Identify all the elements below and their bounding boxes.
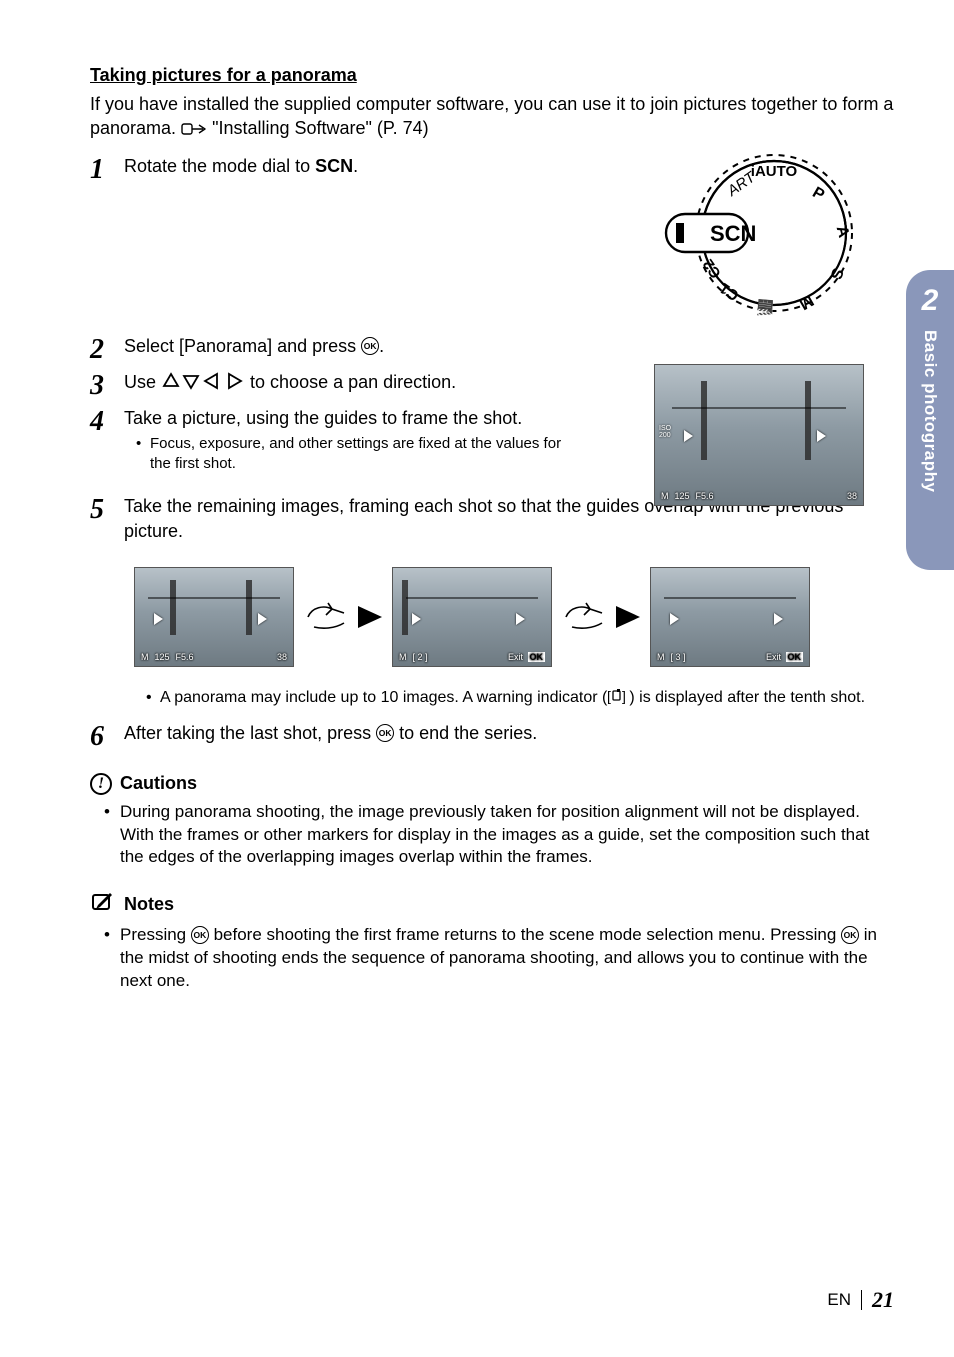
- chapter-title: Basic photography: [920, 330, 940, 492]
- steps-234-block: 2 Select [Panorama] and press OK. 3 Use …: [90, 334, 894, 475]
- step-2-b: .: [379, 336, 384, 356]
- lcd-iso: ISO 200: [659, 425, 671, 439]
- lcd-ok: OK: [528, 652, 546, 662]
- svg-text:iAUTO: iAUTO: [751, 163, 798, 180]
- notes-icon: [90, 891, 116, 918]
- scn-label: SCN: [315, 156, 353, 176]
- footer-divider: [861, 1290, 862, 1310]
- step-2-a: Select [Panorama] and press: [124, 336, 361, 356]
- step-6-b: to end the series.: [394, 723, 537, 743]
- notes-b: before shooting the first frame returns …: [209, 925, 841, 944]
- arrow-right-icon: [358, 606, 382, 628]
- dpad-arrows-icon: [161, 372, 250, 392]
- lcd3-osd: M [ 3 ]: [657, 652, 686, 662]
- notes-body: Pressing OK before shooting the first fr…: [90, 924, 894, 993]
- lcd-exit: Exit: [766, 652, 781, 662]
- step-number: 6: [90, 721, 124, 751]
- intro-part1: If you have installed the supplied compu…: [90, 94, 893, 138]
- step-3-b: to choose a pan direction.: [250, 372, 456, 392]
- intro-text: If you have installed the supplied compu…: [90, 92, 894, 144]
- step-number: 2: [90, 334, 124, 364]
- step-6-text: After taking the last shot, press OK to …: [124, 721, 894, 745]
- lcd2-osd: M [ 2 ]: [399, 652, 428, 662]
- lcd-exit: Exit: [508, 652, 523, 662]
- lcd-preview-main: ISO 200 M 125 F5.6 38: [654, 364, 864, 506]
- lcd-m: M: [141, 652, 149, 662]
- ok-button-icon: OK: [376, 724, 394, 742]
- lcd2-exit: Exit OK: [508, 652, 545, 662]
- intro-ref: "Installing Software" (P. 74): [212, 118, 429, 138]
- notes-header: Notes: [90, 891, 894, 918]
- step-2-text: Select [Panorama] and press OK.: [124, 334, 894, 358]
- panorama-strip: M 125 F5.6 38 M [ 2 ] Exit OK: [134, 567, 894, 667]
- step-5-bullet: A panorama may include up to 10 images. …: [146, 687, 894, 711]
- svg-text:]: ]: [622, 688, 626, 704]
- lcd-frame-2: M [ 2 ] Exit OK: [392, 567, 552, 667]
- notes-a: Pressing: [120, 925, 191, 944]
- step-1-a: Rotate the mode dial to: [124, 156, 315, 176]
- reference-hand-icon: [181, 119, 207, 143]
- dial-scn-text: SCN: [710, 221, 756, 246]
- section-heading: Taking pictures for a panorama: [90, 65, 894, 86]
- step-number: 3: [90, 370, 124, 400]
- footer-lang: EN: [827, 1290, 851, 1310]
- svg-text:[: [: [607, 688, 611, 704]
- lcd-ok: OK: [786, 652, 804, 662]
- lcd-m: M: [657, 652, 665, 662]
- svg-text:A: A: [833, 224, 853, 240]
- step-4-bullet: Focus, exposure, and other settings are …: [136, 434, 574, 475]
- step-5-bullet-b: ) is displayed after the tenth shot.: [629, 689, 865, 706]
- step-3-a: Use: [124, 372, 161, 392]
- lcd-count: [ 3 ]: [671, 652, 686, 662]
- page-content: 2 Basic photography Taking pictures for …: [0, 0, 954, 1357]
- mode-dial-illustration: SCN iAUTO ART P A S M 🎬 C1 C2: [644, 148, 854, 323]
- lcd-count: [ 2 ]: [413, 652, 428, 662]
- lcd1-shots: 38: [277, 652, 287, 662]
- svg-text:🎬: 🎬: [755, 298, 775, 318]
- step-number: 4: [90, 406, 124, 436]
- svg-text:C1: C1: [717, 279, 742, 304]
- cautions-body: During panorama shooting, the image prev…: [90, 801, 894, 870]
- chapter-number: 2: [922, 284, 939, 318]
- hand-pan-icon: [304, 599, 348, 635]
- step-5-bullet-a: A panorama may include up to 10 images. …: [160, 689, 607, 706]
- hand-pan-icon: [562, 599, 606, 635]
- step-1-b: .: [353, 156, 358, 176]
- warning-indicator-icon: []: [607, 688, 629, 711]
- step-4-text: Take a picture, using the guides to fram…: [124, 406, 574, 475]
- lcd3-exit: Exit OK: [766, 652, 803, 662]
- side-tab: 2 Basic photography: [906, 270, 954, 570]
- arrow-right-icon: [616, 606, 640, 628]
- svg-text:C2: C2: [700, 255, 725, 280]
- cautions-header: ! Cautions: [90, 773, 894, 795]
- lcd-m: M: [661, 491, 669, 501]
- ok-button-icon: OK: [191, 926, 209, 944]
- step-number: 1: [90, 154, 124, 184]
- cautions-title: Cautions: [120, 773, 197, 794]
- footer-page: 21: [872, 1287, 894, 1313]
- cautions-bullet: During panorama shooting, the image prev…: [100, 801, 894, 870]
- step-number: 5: [90, 494, 124, 524]
- caution-icon: !: [90, 773, 112, 795]
- step-6-a: After taking the last shot, press: [124, 723, 376, 743]
- lcd-frame-1: M 125 F5.6 38: [134, 567, 294, 667]
- lcd-osd-left: M 125 F5.6: [661, 491, 714, 501]
- page-footer: EN 21: [827, 1287, 894, 1313]
- lcd1-osd: M 125 F5.6: [141, 652, 194, 662]
- step-1-block: 1 Rotate the mode dial to SCN.: [90, 154, 894, 334]
- notes-bullet: Pressing OK before shooting the first fr…: [100, 924, 894, 993]
- ok-button-icon: OK: [841, 926, 859, 944]
- lcd-frame-3: M [ 3 ] Exit OK: [650, 567, 810, 667]
- lcd-shutter: 125: [675, 491, 690, 501]
- lcd-shots: 38: [847, 491, 857, 501]
- step-4-main: Take a picture, using the guides to fram…: [124, 408, 522, 428]
- ok-button-icon: OK: [361, 337, 379, 355]
- lcd-shutter: 125: [155, 652, 170, 662]
- svg-text:P: P: [809, 184, 827, 204]
- lcd-aperture: F5.6: [696, 491, 714, 501]
- lcd-aperture: F5.6: [176, 652, 194, 662]
- lcd-m: M: [399, 652, 407, 662]
- notes-title: Notes: [124, 894, 174, 915]
